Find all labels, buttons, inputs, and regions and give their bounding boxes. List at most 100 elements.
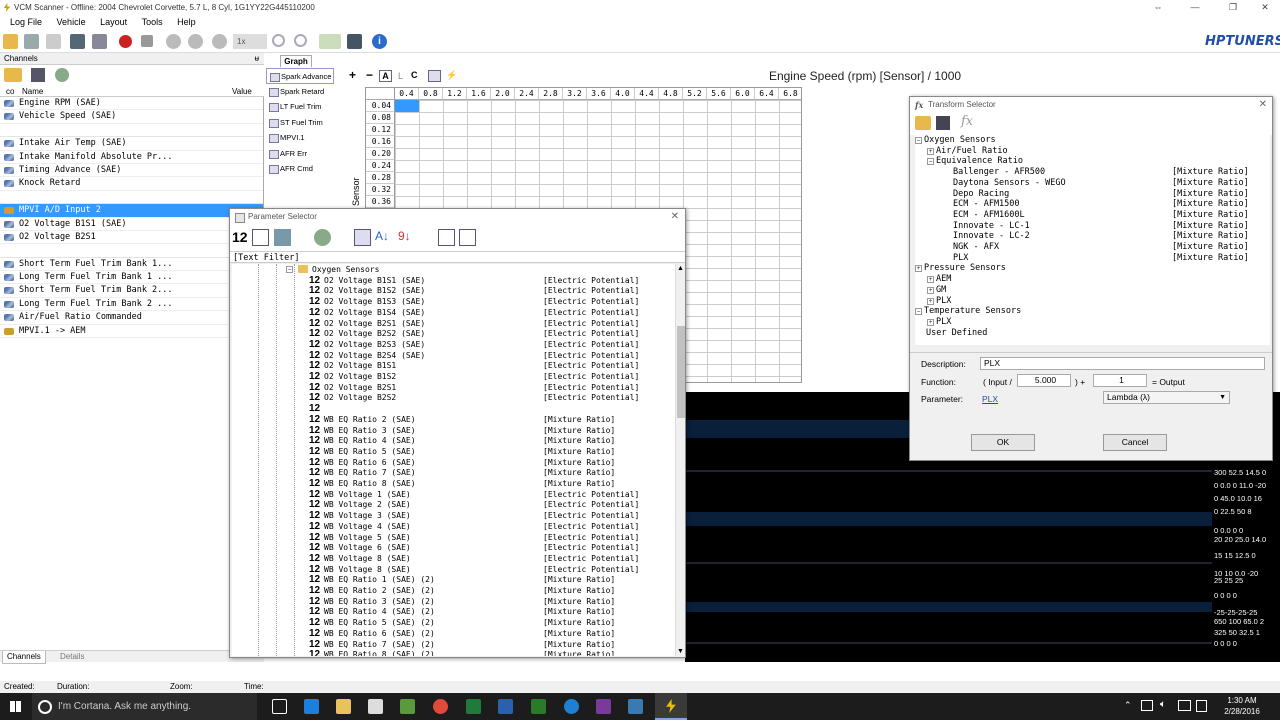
parameter-row[interactable]: 12 O2 Voltage B2S2 [Electric Potential] [232,392,675,403]
channel-row[interactable]: Intake Air Temp (SAE) [0,137,263,151]
scroll-up-icon[interactable]: ▲ [677,265,684,272]
channel-row[interactable]: Short Term Fuel Trim Bank 2... [0,284,263,298]
graph-side-item[interactable]: Spark Advance [266,68,334,84]
expander-icon[interactable]: + [927,276,934,284]
transform-tree-row[interactable]: + Pressure Sensors [915,263,1265,274]
file-explorer-icon[interactable] [336,699,351,714]
playback-speed-select[interactable]: 1x [233,34,267,49]
expander-icon[interactable]: + [927,286,934,294]
divisor-input[interactable]: 5.000 [1017,374,1071,387]
parameter-row[interactable]: 12 WB Voltage 4 (SAE) [Electric Potential] [232,521,675,532]
parameter-row[interactable]: 12 WB EQ Ratio 2 (SAE) [Mixture Ratio] [232,414,675,425]
save-icon[interactable] [24,34,39,49]
expander-icon[interactable]: + [915,265,922,273]
cancel-button[interactable]: Cancel [1103,434,1167,451]
parameter-row[interactable]: 12 WB EQ Ratio 3 (SAE) (2) [Mixture Ratio] [232,596,675,607]
parameter-row[interactable]: 12 WB EQ Ratio 8 (SAE) [Mixture Ratio] [232,478,675,489]
col-value[interactable]: Value [232,86,252,97]
transform-tree-row[interactable]: User Defined [915,328,1265,339]
parameter-row[interactable]: 12 O2 Voltage B1S3 (SAE) [Electric Potenti… [232,296,675,307]
notifications-icon[interactable] [1196,700,1207,712]
chart-mode-icon[interactable]: ⚡ [446,70,457,82]
transform-tree-row[interactable]: + GM [927,285,1277,296]
transform-tree-row[interactable]: Innovate - LC-1 [Mixture Ratio] [953,221,1280,232]
c-button[interactable]: C [411,70,418,80]
minimize-button[interactable]: — [1180,0,1210,15]
close-button[interactable]: ✕ [1250,0,1280,15]
save-icon[interactable] [936,116,950,130]
menu-log-file[interactable]: Log File [10,17,42,27]
expand-all-icon[interactable] [438,229,455,246]
keyboard-icon[interactable] [1178,700,1191,711]
open-folder-icon[interactable] [3,34,18,49]
channel-row[interactable] [0,191,263,205]
list-view-icon[interactable] [252,229,269,246]
selected-cell[interactable] [395,100,419,112]
vcm-scanner-taskbar-button[interactable] [655,693,687,720]
settings-wheel-icon[interactable] [166,34,181,49]
play-icon[interactable] [212,34,227,49]
vertical-scrollbar[interactable]: ▲ ▼ [675,264,685,656]
task-view-icon[interactable] [272,699,287,714]
graph-side-item[interactable]: AFR Err [266,146,334,162]
parameter-row[interactable]: 12 WB Voltage 5 (SAE) [Electric Potential] [232,532,675,543]
menu-layout[interactable]: Layout [100,17,127,27]
graph-side-item[interactable]: Spark Retard [266,84,334,100]
channel-row[interactable]: Timing Advance (SAE) [0,164,263,178]
auto-button[interactable]: A [379,70,392,82]
close-icon[interactable]: ✕ [671,209,679,225]
col-name[interactable]: Name [22,86,43,97]
text-filter-input[interactable]: [Text Filter] [230,251,685,263]
maximize-button[interactable]: ❐ [1218,0,1248,15]
onenote-icon[interactable] [596,699,611,714]
show-hidden-icons[interactable]: ⌃ [1124,700,1132,711]
tab-details[interactable]: Details [56,651,88,663]
parameter-row[interactable]: 12 WB Voltage 8 (SAE) [Electric Potential] [232,564,675,575]
close-icon[interactable]: ✕ [1259,97,1267,113]
dropbox-icon[interactable] [304,699,319,714]
parameter-row[interactable]: 12 O2 Voltage B2S1 (SAE) [Electric Potenti… [232,318,675,329]
expander-icon[interactable]: − [915,137,922,144]
channel-row[interactable]: Vehicle Speed (SAE) [0,110,263,124]
transform-tree-row[interactable]: Innovate - LC-2 [Mixture Ratio] [953,231,1280,242]
sort-alpha-icon[interactable] [354,229,371,246]
ok-button[interactable]: OK [971,434,1035,451]
pin-icon[interactable]: ᵾ [255,53,259,65]
channel-row[interactable] [0,124,263,138]
channel-row[interactable]: Knock Retard [0,177,263,191]
parameter-row[interactable]: 12 WB EQ Ratio 2 (SAE) (2) [Mixture Ratio] [232,585,675,596]
chrome-icon[interactable] [433,699,448,714]
channel-settings-icon[interactable] [55,68,69,82]
channel-row[interactable]: Long Term Fuel Trim Bank 2 ... [0,298,263,312]
save-channels-icon[interactable] [31,68,45,82]
expander-icon[interactable]: + [927,147,934,155]
graph-side-item[interactable]: ST Fuel Trim [266,115,334,131]
link-button[interactable]: L [398,71,403,81]
channel-row[interactable] [0,244,263,258]
clock[interactable]: 1:30 AM 2/28/2016 [1212,695,1272,717]
parameter-row[interactable]: 12 [232,403,675,414]
collapse-icon[interactable]: − [286,266,293,273]
expander-icon[interactable]: − [927,158,934,166]
transform-tree-row[interactable]: + PLX [927,296,1277,307]
channel-row[interactable]: Long Term Fuel Trim Bank 1 ... [0,271,263,285]
channel-row[interactable]: Air/Fuel Ratio Commanded [0,311,263,325]
app-green-icon[interactable] [400,699,415,714]
store-icon[interactable] [368,699,383,714]
numeric-view-icon[interactable]: 12 [232,229,249,246]
parameter-row[interactable]: 12 O2 Voltage B1S1 (SAE) [Electric Potenti… [232,275,675,286]
tab-graph[interactable]: Graph [280,55,312,67]
network-icon[interactable] [1141,700,1153,711]
zoom-out-icon[interactable] [294,34,307,47]
parameter-row[interactable]: 12 O2 Voltage B2S4 (SAE) [Electric Potenti… [232,350,675,361]
transform-tree-row[interactable]: ECM - AFM1600L [Mixture Ratio] [953,210,1280,221]
parameter-row[interactable]: 12 O2 Voltage B2S2 (SAE) [Electric Potenti… [232,328,675,339]
menu-help[interactable]: Help [177,17,196,27]
parameter-row[interactable]: 12 WB Voltage 3 (SAE) [Electric Potential] [232,510,675,521]
word-icon[interactable] [498,699,513,714]
parameter-link[interactable]: PLX [982,394,998,404]
menu-tools[interactable]: Tools [142,17,163,27]
transform-tree-row[interactable]: ECM - AFM1500 [Mixture Ratio] [953,199,1280,210]
parameter-row[interactable]: 12 O2 Voltage B2S3 (SAE) [Electric Potenti… [232,339,675,350]
expander-icon[interactable]: + [927,297,934,305]
